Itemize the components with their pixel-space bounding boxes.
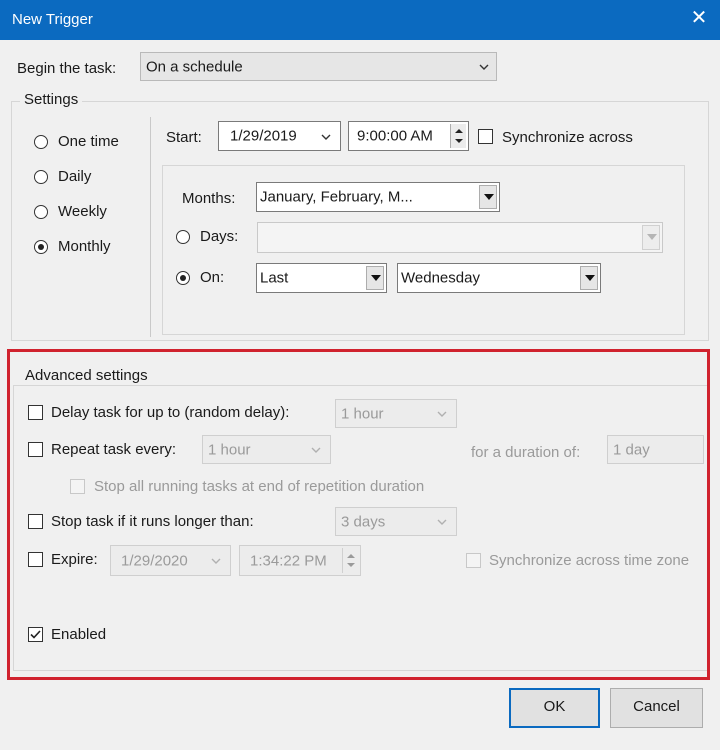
on-label: On:	[200, 269, 225, 286]
months-select[interactable]: January, February, M...	[256, 182, 500, 212]
time-spinner[interactable]	[450, 124, 466, 148]
begin-task-label: Begin the task:	[17, 60, 117, 77]
begin-task-value: On a schedule	[146, 58, 243, 75]
radio-one-time-label: One time	[58, 133, 119, 150]
on-day-value: Wednesday	[401, 269, 480, 287]
days-dropdown-icon	[642, 225, 660, 250]
synchronize-label: Synchronize across	[502, 129, 633, 146]
synchronize-checkbox[interactable]	[478, 129, 493, 144]
radio-monthly[interactable]	[34, 240, 48, 254]
title-bar: New Trigger ✕	[0, 0, 720, 40]
radio-daily-label: Daily	[58, 168, 92, 185]
window-title: New Trigger	[12, 11, 93, 28]
start-date-picker[interactable]: 1/29/2019	[218, 121, 341, 151]
radio-weekly[interactable]	[34, 205, 48, 219]
on-day-dropdown-icon[interactable]	[580, 266, 598, 290]
start-date-value: 1/29/2019	[230, 127, 297, 145]
chevron-down-icon	[479, 64, 489, 70]
on-week-value: Last	[260, 269, 289, 287]
highlight-box	[7, 349, 710, 680]
on-week-select[interactable]: Last	[256, 263, 387, 293]
spin-arrows-icon	[455, 129, 463, 143]
months-dropdown-icon[interactable]	[479, 185, 497, 209]
radio-weekly-label: Weekly	[58, 203, 107, 220]
close-icon[interactable]: ✕	[688, 6, 710, 30]
months-value: January, February, M...	[260, 188, 413, 206]
settings-divider	[150, 117, 151, 337]
cancel-button[interactable]: Cancel	[610, 688, 703, 728]
chevron-down-icon	[321, 134, 331, 140]
on-day-select[interactable]: Wednesday	[397, 263, 601, 293]
radio-monthly-label: Monthly	[58, 238, 111, 255]
settings-label: Settings	[20, 91, 83, 108]
ok-button[interactable]: OK	[509, 688, 600, 728]
days-label: Days:	[200, 228, 239, 245]
months-label: Months:	[182, 190, 236, 207]
start-label: Start:	[166, 129, 202, 146]
radio-one-time[interactable]	[34, 135, 48, 149]
on-week-dropdown-icon[interactable]	[366, 266, 384, 290]
start-time-value: 9:00:00 AM	[357, 127, 433, 145]
start-time-field[interactable]: 9:00:00 AM	[348, 121, 469, 151]
begin-task-select[interactable]: On a schedule	[140, 52, 497, 81]
days-select[interactable]	[257, 222, 663, 253]
radio-daily[interactable]	[34, 170, 48, 184]
radio-on[interactable]	[176, 271, 190, 285]
radio-days[interactable]	[176, 230, 190, 244]
